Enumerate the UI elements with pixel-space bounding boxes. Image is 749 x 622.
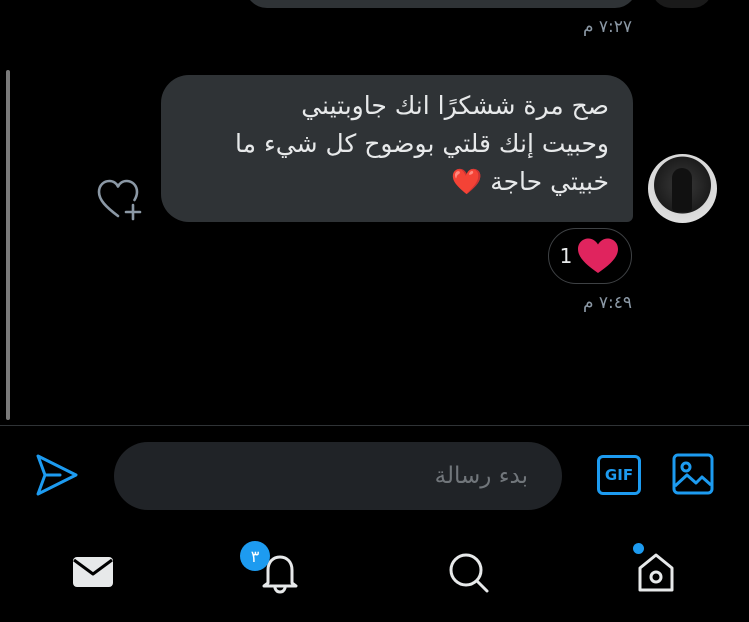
home-new-indicator bbox=[633, 543, 644, 554]
message-line-1: صح مرة ششكرًا انك جاوبتيني bbox=[301, 91, 609, 120]
avatar-figure bbox=[672, 168, 692, 212]
heart-icon bbox=[578, 238, 619, 273]
send-icon bbox=[36, 454, 78, 496]
search-icon bbox=[449, 553, 489, 593]
previous-message-bubble[interactable] bbox=[245, 0, 637, 8]
reaction-pill[interactable]: 1 bbox=[548, 228, 632, 284]
image-icon bbox=[672, 453, 714, 495]
nav-home[interactable] bbox=[634, 550, 678, 594]
previous-sender-avatar[interactable] bbox=[652, 0, 712, 8]
message-timestamp: ٧:٤٩ م bbox=[582, 293, 632, 313]
sender-avatar[interactable] bbox=[648, 154, 717, 223]
mail-icon bbox=[73, 557, 113, 587]
heart-plus-icon bbox=[97, 179, 142, 221]
nav-search[interactable] bbox=[446, 550, 490, 594]
notifications-badge: ٣ bbox=[240, 541, 270, 571]
reaction-count: 1 bbox=[559, 244, 573, 268]
image-button[interactable] bbox=[671, 452, 715, 496]
conversation-scrollbar[interactable] bbox=[6, 70, 10, 420]
send-button[interactable] bbox=[34, 452, 80, 498]
message-line-2: وحبيت إنك قلتي بوضوح كل شيء ما bbox=[235, 129, 609, 158]
home-icon bbox=[638, 553, 674, 592]
previous-message-timestamp: ٧:٢٧ م bbox=[582, 17, 632, 37]
message-bubble[interactable]: صح مرة ششكرًا انك جاوبتيني وحبيت إنك قلت… bbox=[161, 75, 633, 222]
add-reaction-button[interactable] bbox=[96, 178, 146, 222]
message-input-placeholder: بدء رسالة bbox=[434, 463, 528, 489]
message-line-3: خبيتي حاجة ❤️ bbox=[451, 167, 609, 196]
nav-messages[interactable] bbox=[71, 550, 115, 594]
gif-button[interactable]: GIF bbox=[597, 455, 641, 495]
composer-divider bbox=[0, 425, 749, 426]
gif-label: GIF bbox=[604, 466, 634, 484]
message-input[interactable]: بدء رسالة bbox=[114, 442, 562, 510]
